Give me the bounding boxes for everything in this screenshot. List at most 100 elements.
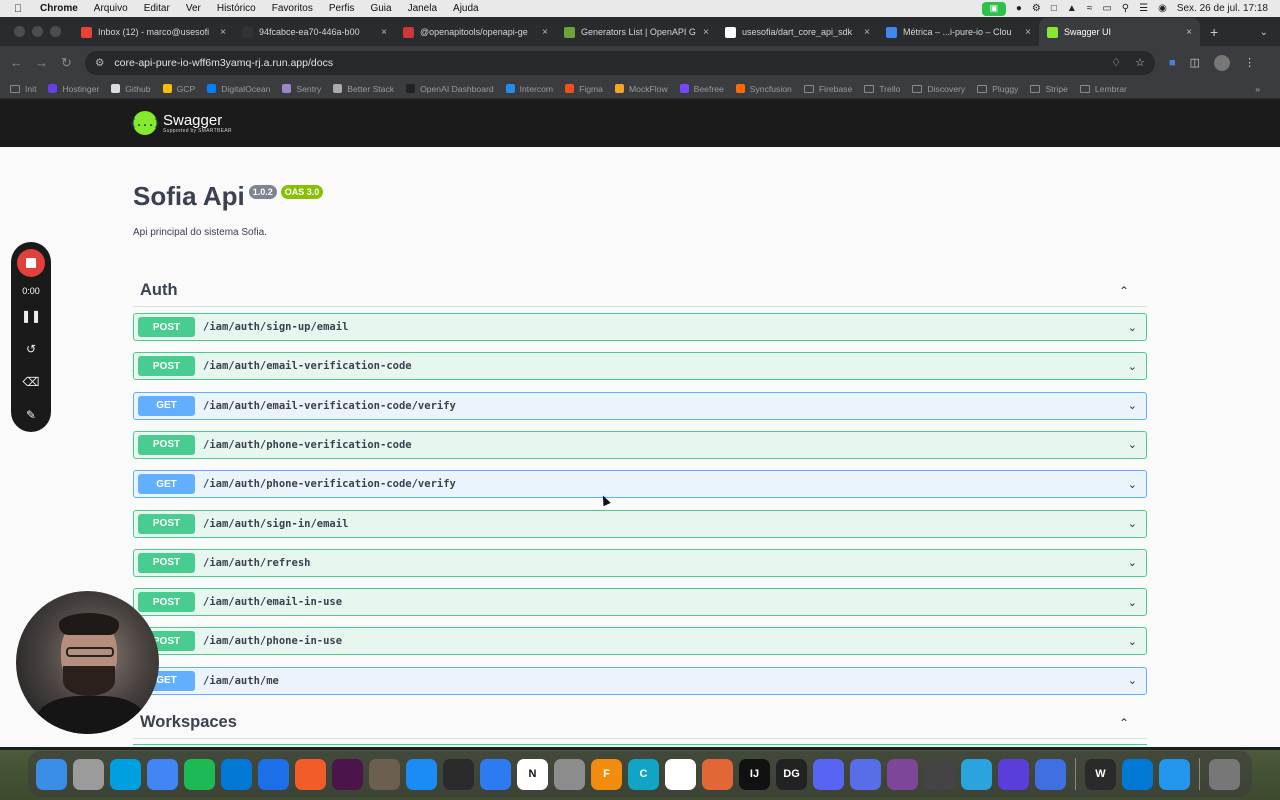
dock-chrome-icon[interactable] <box>147 758 178 790</box>
dock-datagrip-icon[interactable]: DG <box>776 758 807 790</box>
stop-recording-button[interactable] <box>17 249 45 277</box>
tab-5[interactable]: Métrica – ...i-pure-io – Clou × <box>878 18 1039 46</box>
address-bar-url[interactable]: core-api-pure-io-wff6m3yamq-rj.a.run.app… <box>114 57 1111 69</box>
bookmark-item[interactable]: Github <box>111 84 151 94</box>
dock-xcode-instruments-icon[interactable] <box>258 758 289 790</box>
menu-historico[interactable]: Histórico <box>217 3 256 14</box>
extensions-puzzle-icon[interactable]: ◫ <box>1190 56 1200 69</box>
tab-0[interactable]: Inbox (12) - marco@usesofi × <box>73 18 234 46</box>
chevron-up-icon[interactable]: ⌃ <box>1119 716 1129 730</box>
operation-row[interactable]: POST/iam/auth/phone-verification-code ⌄ <box>133 430 1147 459</box>
section-header-auth[interactable]: Auth ⌃ <box>133 275 1147 307</box>
more-bookmarks-icon[interactable]: » <box>1255 84 1280 94</box>
tab-4[interactable]: usesofia/dart_core_api_sdk × <box>717 18 878 46</box>
dock-console-icon[interactable]: W <box>1085 758 1116 790</box>
tab-3[interactable]: Generators List | OpenAPI G × <box>556 18 717 46</box>
chevron-down-icon[interactable]: ⌄ <box>1128 321 1137 334</box>
dock-app-store-icon[interactable] <box>406 758 437 790</box>
dock-launchpad-icon[interactable] <box>73 758 104 790</box>
bookmark-item[interactable]: Hostinger <box>48 84 99 94</box>
shield-icon[interactable]: ▲ <box>1067 3 1077 14</box>
bookmark-item[interactable]: MockFlow <box>614 84 668 94</box>
menu-janela[interactable]: Janela <box>408 3 437 14</box>
tab-6[interactable]: Swagger UI × <box>1039 18 1200 46</box>
operation-row[interactable]: POST/iam/auth/email-verification-code ⌄ <box>133 352 1147 381</box>
dock-slack-icon[interactable] <box>332 758 363 790</box>
tab-search-chevron-icon[interactable]: ⌄ <box>1260 27 1280 46</box>
dock-spotify-icon[interactable] <box>184 758 215 790</box>
dock-intellij-icon[interactable]: IJ <box>739 758 770 790</box>
dock-activity-monitor-icon[interactable] <box>443 758 474 790</box>
dock-finder-icon[interactable] <box>36 758 67 790</box>
menu-ver[interactable]: Ver <box>186 3 201 14</box>
section-header-workspaces[interactable]: Workspaces ⌃ <box>133 707 1147 739</box>
operation-row[interactable]: POST/iam/auth/sign-up/email ⌄ <box>133 313 1147 341</box>
menu-app-name[interactable]: Chrome <box>40 3 78 14</box>
bookmark-star-icon[interactable]: ☆ <box>1135 56 1145 69</box>
chevron-down-icon[interactable]: ⌄ <box>1128 517 1137 530</box>
restart-icon[interactable]: ↺ <box>26 342 36 362</box>
dock-codeium-icon[interactable]: C <box>628 758 659 790</box>
webcam-bubble[interactable] <box>16 591 159 734</box>
tab-close-icon[interactable]: × <box>1025 27 1031 38</box>
chrome-menu-icon[interactable]: ⋮ <box>1244 56 1255 69</box>
dock-discord-icon[interactable] <box>813 758 844 790</box>
new-tab-button[interactable]: + <box>1200 24 1228 46</box>
dock-fusion-icon[interactable]: F <box>591 758 622 790</box>
pause-icon[interactable]: ❚❚ <box>21 309 41 329</box>
chevron-up-icon[interactable]: ⌃ <box>1119 284 1129 298</box>
operation-row[interactable]: POST/iam/auth/refresh ⌄ <box>133 548 1147 577</box>
operation-row[interactable]: POST/iam/auth/email-in-use ⌄ <box>133 588 1147 617</box>
minimize-window-button[interactable] <box>32 26 43 37</box>
tab-2[interactable]: @openapitools/openapi-ge × <box>395 18 556 46</box>
operation-row[interactable]: GET/iam/auth/email-verification-code/ver… <box>133 391 1147 420</box>
dock-docker-icon[interactable] <box>1159 758 1190 790</box>
dock-vscode-icon[interactable] <box>221 758 252 790</box>
bookmark-item[interactable]: GCP <box>162 84 195 94</box>
dock-rewind-icon[interactable] <box>998 758 1029 790</box>
trash-icon[interactable]: ⌫ <box>23 375 40 395</box>
translate-icon[interactable]: ♢ <box>1111 56 1121 69</box>
bookmark-item[interactable]: Intercom <box>505 84 553 94</box>
chevron-down-icon[interactable]: ⌄ <box>1128 438 1137 451</box>
zoom-window-button[interactable] <box>50 26 61 37</box>
tab-close-icon[interactable]: × <box>220 27 226 38</box>
window-icon[interactable]: □ <box>1051 3 1057 14</box>
search-icon[interactable]: ⚲ <box>1122 3 1129 14</box>
wifi-icon[interactable]: ≈ <box>1087 3 1093 14</box>
profile-avatar[interactable] <box>1214 54 1231 71</box>
bookmark-item[interactable]: Discovery <box>912 84 965 94</box>
gear-icon[interactable]: ⚙ <box>1032 3 1041 14</box>
address-bar[interactable]: ⚙ core-api-pure-io-wff6m3yamq-rj.a.run.a… <box>85 50 1155 75</box>
dock-matlab-icon[interactable] <box>702 758 733 790</box>
close-window-button[interactable] <box>14 26 25 37</box>
operation-row[interactable]: POST/iam/auth/phone-in-use ⌄ <box>133 627 1147 656</box>
chevron-down-icon[interactable]: ⌄ <box>1128 596 1137 609</box>
operation-row[interactable]: GET/iam/auth/phone-verification-code/ver… <box>133 470 1147 499</box>
chevron-down-icon[interactable]: ⌄ <box>1128 635 1137 648</box>
swagger-logo[interactable]: {...} Swagger Supported by SMARTBEAR <box>130 111 232 135</box>
apple-icon[interactable]:  <box>14 3 30 15</box>
bookmark-item[interactable]: Pluggy <box>977 84 1018 94</box>
dock-telegram-icon[interactable] <box>961 758 992 790</box>
tab-close-icon[interactable]: × <box>381 27 387 38</box>
bookmark-item[interactable]: Syncfusion <box>735 84 792 94</box>
reload-icon[interactable]: ↻ <box>54 55 79 71</box>
battery-icon[interactable]: ▭ <box>1102 3 1111 14</box>
chevron-down-icon[interactable]: ⌄ <box>1128 556 1137 569</box>
dock-gimp-icon[interactable] <box>369 758 400 790</box>
menu-editar[interactable]: Editar <box>144 3 170 14</box>
bookmark-item[interactable]: Beefree <box>679 84 724 94</box>
tab-close-icon[interactable]: × <box>703 27 709 38</box>
tab-close-icon[interactable]: × <box>864 27 870 38</box>
control-center-icon[interactable]: ☰ <box>1139 3 1148 14</box>
extension-icon[interactable]: ■ <box>1169 57 1176 69</box>
menu-ajuda[interactable]: Ajuda <box>453 3 479 14</box>
tab-close-icon[interactable]: × <box>542 27 548 38</box>
menubar-datetime[interactable]: Sex. 26 de jul. 17:18 <box>1177 3 1268 14</box>
operation-row[interactable]: POST/iam/auth/sign-in/email ⌄ <box>133 509 1147 538</box>
operation-row[interactable]: GET/iam/auth/me ⌄ <box>133 666 1147 695</box>
bookmark-item[interactable]: Figma <box>565 84 603 94</box>
tab-close-icon[interactable]: × <box>1186 27 1192 38</box>
bookmark-item[interactable]: OpenAI Dashboard <box>406 84 494 94</box>
